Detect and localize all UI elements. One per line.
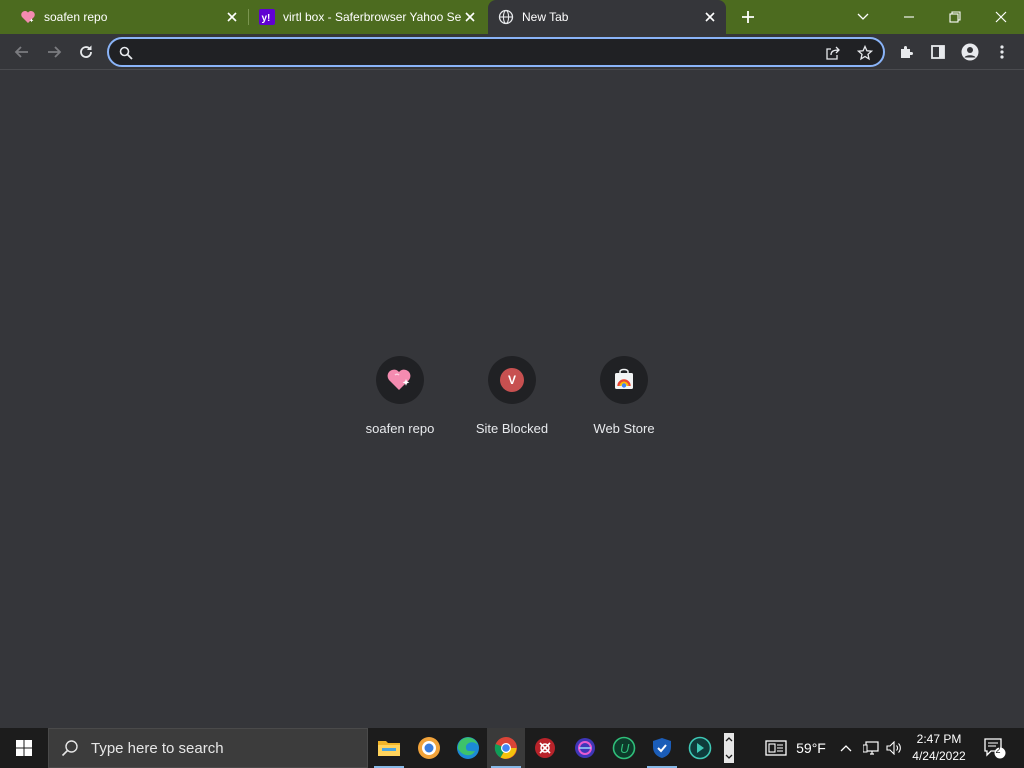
show-hidden-icons-chevron-icon[interactable] <box>836 728 856 768</box>
windows-taskbar: Type here to search U 59°F 2:47 PM 4/24/… <box>0 728 1024 768</box>
purple-app-icon[interactable] <box>566 728 604 768</box>
forward-button[interactable] <box>42 40 66 64</box>
vpn-app-icon[interactable] <box>681 728 719 768</box>
heart-favicon-icon <box>20 9 36 25</box>
start-button[interactable] <box>0 728 48 768</box>
restore-button[interactable] <box>932 0 978 34</box>
bookmark-star-icon[interactable] <box>856 44 874 62</box>
chevron-down-icon <box>857 13 869 20</box>
windows-logo-icon <box>16 740 32 756</box>
tab-separator <box>248 9 249 25</box>
chevron-up-down-icon <box>724 733 734 763</box>
edge-icon[interactable] <box>449 728 487 768</box>
address-input[interactable] <box>141 42 821 62</box>
shortcut-label: soafen repo <box>365 421 435 436</box>
profile-button[interactable] <box>958 40 982 64</box>
svg-text:y!: y! <box>262 13 271 24</box>
clock[interactable]: 2:47 PM 4/24/2022 <box>900 731 978 765</box>
close-tab-icon[interactable] <box>462 9 478 25</box>
shortcut-icon-container: V <box>488 356 536 404</box>
side-panel-icon <box>931 45 945 59</box>
tab-virtl-box[interactable]: y! virtl box - Saferbrowser Yahoo Se <box>250 0 486 34</box>
green-u-app-icon[interactable]: U <box>605 728 643 768</box>
close-tab-icon[interactable] <box>702 9 718 25</box>
shortcut-web-store[interactable]: Web Store <box>568 350 680 440</box>
restore-icon <box>949 11 961 23</box>
globe-favicon-icon <box>498 9 514 25</box>
close-icon <box>995 11 1007 23</box>
kebab-menu-icon <box>1000 45 1004 59</box>
letter-avatar-icon: V <box>500 368 524 392</box>
tab-soafen-repo[interactable]: soafen repo <box>0 0 249 34</box>
chrome-icon[interactable] <box>487 728 525 768</box>
weather-text[interactable]: 59°F <box>794 728 828 768</box>
back-arrow-icon <box>14 46 28 58</box>
reload-button[interactable] <box>74 40 98 64</box>
puzzle-icon <box>901 46 913 58</box>
share-icon[interactable] <box>824 44 842 62</box>
tab-title: New Tab <box>522 10 569 24</box>
heart-sparkle-icon <box>387 369 411 390</box>
browser-toolbar <box>0 34 1024 70</box>
taskbar-overflow-scroll[interactable] <box>720 728 738 768</box>
close-window-button[interactable] <box>978 0 1024 34</box>
svg-text:U: U <box>620 741 630 756</box>
web-store-icon <box>615 368 633 389</box>
shortcut-label: Site Blocked <box>475 421 549 436</box>
tab-search-button[interactable] <box>840 0 886 34</box>
file-explorer-icon[interactable] <box>370 728 408 768</box>
red-app-icon[interactable] <box>526 728 564 768</box>
tab-new-tab[interactable]: New Tab <box>488 0 726 34</box>
menu-button[interactable] <box>990 40 1014 64</box>
address-bar[interactable] <box>107 37 885 67</box>
notification-count-badge: 2 <box>995 745 1001 755</box>
shortcut-label: Web Store <box>593 421 655 436</box>
minimize-button[interactable] <box>886 0 932 34</box>
network-icon[interactable] <box>860 728 882 768</box>
plus-icon <box>742 11 754 23</box>
search-icon <box>117 44 135 62</box>
tab-title: soafen repo <box>44 10 108 24</box>
shortcut-icon-container <box>600 356 648 404</box>
clock-date: 4/24/2022 <box>912 749 966 763</box>
back-button[interactable] <box>10 40 34 64</box>
shield-app-icon[interactable] <box>643 728 681 768</box>
shortcut-soafen-repo[interactable]: soafen repo <box>344 350 456 440</box>
new-tab-button[interactable] <box>736 5 760 29</box>
close-tab-icon[interactable] <box>224 9 240 25</box>
side-panel-button[interactable] <box>926 40 950 64</box>
news-widget-icon[interactable] <box>760 728 792 768</box>
yahoo-favicon-icon: y! <box>259 9 275 25</box>
forward-arrow-icon <box>48 46 62 58</box>
extensions-button[interactable] <box>894 40 918 64</box>
search-icon <box>61 740 78 757</box>
minimize-icon <box>904 16 914 18</box>
tab-strip: soafen repo y! virtl box - Saferbrowser … <box>0 0 1024 34</box>
chromium-icon[interactable] <box>410 728 448 768</box>
reload-icon <box>80 45 92 58</box>
profile-icon <box>961 43 979 61</box>
notifications-button[interactable]: 2 <box>980 728 1010 768</box>
taskbar-search[interactable]: Type here to search <box>48 728 368 768</box>
shortcut-icon-container <box>376 356 424 404</box>
shortcut-site-blocked[interactable]: V Site Blocked <box>456 350 568 440</box>
taskbar-search-placeholder: Type here to search <box>91 739 224 757</box>
tab-title: virtl box - Saferbrowser Yahoo Se <box>283 10 462 24</box>
clock-time: 2:47 PM <box>916 732 962 746</box>
